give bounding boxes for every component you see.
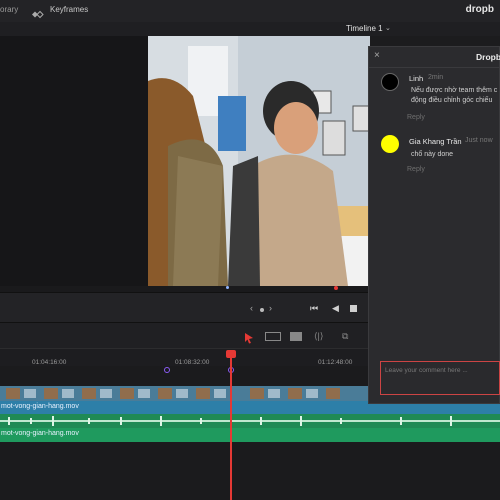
audio-clip-name: mot-vong-gian-hang.mov <box>1 430 79 437</box>
timeline-name[interactable]: Timeline 1 <box>346 24 383 33</box>
comment-input-placeholder: Leave your comment here ... <box>385 367 468 374</box>
link-icon[interactable]: ⧉ <box>342 331 348 342</box>
video-clip-name: mot-vong-gian-hang.mov <box>1 403 79 410</box>
scrub-playhead-icon <box>334 286 338 290</box>
transport-controls: ‹ › ⏮ ◀ <box>0 292 370 323</box>
trim-tool-icon[interactable] <box>265 332 281 341</box>
reply-link[interactable]: Reply <box>407 114 425 121</box>
keyframes-tab[interactable]: Keyframes <box>50 5 88 14</box>
timeline-toolbar: ⟨|⟩ ⧉ <box>0 322 370 349</box>
top-bar: orary Keyframes dropb <box>0 0 500 23</box>
comment-author: Gia Khang Trần <box>409 137 462 146</box>
stop-icon[interactable] <box>350 305 357 312</box>
comment-text: Nếu được nhờ team thêm c <box>411 87 498 94</box>
comment-text: chổ này done <box>411 151 454 158</box>
audio-waveform[interactable] <box>0 414 500 428</box>
video-frame <box>148 36 370 286</box>
timecode-label: 01:12:48:00 <box>318 359 353 366</box>
timecode-label: 01:08:32:00 <box>175 359 210 366</box>
comment-time: Just now <box>465 137 493 144</box>
marker-icon[interactable] <box>164 367 170 373</box>
dropbox-brand: dropb <box>465 4 494 15</box>
comments-panel: × Dropbo Linh 2min Nếu được nhờ team thê… <box>368 46 500 404</box>
comment-time: 2min <box>428 74 444 81</box>
timeline-header: Timeline 1 ⌄ <box>0 22 500 36</box>
selection-pointer-icon[interactable] <box>244 331 254 349</box>
media-library-tab[interactable]: orary <box>0 5 18 14</box>
timeline-viewer[interactable] <box>148 36 370 286</box>
keyframes-icon <box>31 6 44 19</box>
timecode-label: 01:04:16:00 <box>32 359 67 366</box>
panel-header: × Dropbo <box>369 47 500 68</box>
prev-frame-icon[interactable]: ‹ <box>250 303 253 313</box>
comment-input[interactable]: Leave your comment here ... <box>380 361 500 395</box>
next-frame-icon[interactable]: › <box>269 303 272 313</box>
avatar <box>381 73 399 91</box>
close-icon[interactable]: × <box>374 50 380 61</box>
comment-text: động điều chỉnh góc chiếu <box>411 97 493 104</box>
playhead-handle-icon[interactable] <box>226 350 236 358</box>
dot-icon <box>260 308 264 312</box>
chevron-down-icon[interactable]: ⌄ <box>385 24 391 32</box>
reply-link[interactable]: Reply <box>407 166 425 173</box>
skip-to-start-icon[interactable]: ⏮ <box>310 303 318 314</box>
audio-clip[interactable]: mot-vong-gian-hang.mov <box>0 428 500 442</box>
comment-author: Linh <box>409 74 424 83</box>
avatar <box>381 135 399 153</box>
blade-tool-icon[interactable] <box>290 332 302 341</box>
panel-title: Dropbo <box>476 52 500 62</box>
source-viewer <box>0 36 148 286</box>
snap-icon[interactable]: ⟨|⟩ <box>314 331 323 342</box>
play-reverse-icon[interactable]: ◀ <box>332 303 339 314</box>
scrub-marker-icon <box>226 286 229 289</box>
playhead[interactable] <box>226 350 236 500</box>
